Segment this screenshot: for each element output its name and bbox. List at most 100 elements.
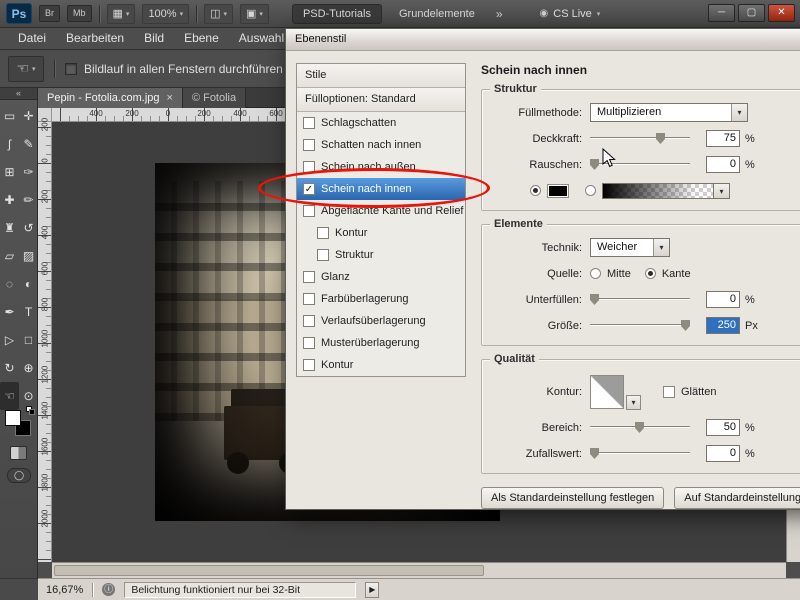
style-checkbox[interactable] xyxy=(303,271,315,283)
tool-gradient[interactable]: ▨ xyxy=(19,242,38,270)
tool-lasso[interactable]: ʃ xyxy=(0,130,19,158)
size-value-field[interactable]: 250 xyxy=(706,317,740,334)
style-checkbox[interactable] xyxy=(303,293,315,305)
make-default-button[interactable]: Als Standardeinstellung festlegen xyxy=(481,487,664,509)
menu-ebene[interactable]: Ebene xyxy=(174,28,229,49)
cs-live-dropdown[interactable]: ◉ CS Live ▾ xyxy=(540,8,601,20)
hand-tool-preset-button[interactable]: ☜ ▾ xyxy=(8,56,44,82)
blending-options-item[interactable]: Fülloptionen: Standard xyxy=(297,88,465,112)
style-checkbox[interactable] xyxy=(317,249,329,261)
tool-shape[interactable]: □ xyxy=(19,326,38,354)
reset-default-button[interactable]: Auf Standardeinstellung zur xyxy=(674,487,800,509)
tool-crop[interactable]: ⊞ xyxy=(0,158,19,186)
tool-brush[interactable]: ✏ xyxy=(19,186,38,214)
solid-color-radio[interactable] xyxy=(530,185,541,196)
mini-bridge-button[interactable]: Mb xyxy=(67,5,92,22)
size-slider[interactable] xyxy=(590,319,690,332)
style-item-schein-nach-aussen[interactable]: Schein nach außen xyxy=(297,156,465,178)
tool-blur[interactable]: ◌ xyxy=(0,270,19,298)
style-item-kontur-stroke[interactable]: Kontur xyxy=(297,354,465,376)
zoom-level-dropdown[interactable]: 100% ▾ xyxy=(142,4,189,24)
glow-color-swatch[interactable] xyxy=(547,184,569,198)
choke-value-field[interactable]: 0 xyxy=(706,291,740,308)
opacity-value-field[interactable]: 75 xyxy=(706,130,740,147)
gradient-radio[interactable] xyxy=(585,185,596,196)
style-item-verlaufsueberlagerung[interactable]: Verlaufsüberlagerung xyxy=(297,310,465,332)
tool-3d-rotate[interactable]: ↻ xyxy=(0,354,19,382)
style-checkbox-checked[interactable]: ✓ xyxy=(303,183,315,195)
slider-thumb[interactable] xyxy=(635,422,644,433)
jitter-value-field[interactable]: 0 xyxy=(706,445,740,462)
arrange-documents-button[interactable]: ◫ ▾ xyxy=(204,4,233,24)
style-checkbox[interactable] xyxy=(303,315,315,327)
range-value-field[interactable]: 50 xyxy=(706,419,740,436)
tool-hand[interactable]: ☜ xyxy=(0,382,19,410)
screen-mode-button[interactable]: ▣ ▾ xyxy=(240,4,269,24)
document-tab-fotolia[interactable]: © Fotolia xyxy=(183,88,246,108)
style-item-schlagschatten[interactable]: Schlagschatten xyxy=(297,112,465,134)
style-checkbox[interactable] xyxy=(303,139,315,151)
source-edge-radio[interactable] xyxy=(645,268,656,279)
slider-thumb[interactable] xyxy=(590,448,599,459)
minimize-button[interactable]: ─ xyxy=(708,4,735,22)
tool-type[interactable]: T xyxy=(19,298,38,326)
chevron-down-icon[interactable]: ▾ xyxy=(714,183,730,199)
style-item-kontur-sub[interactable]: Kontur xyxy=(297,222,465,244)
statusbar-menu-arrow-icon[interactable]: ▶ xyxy=(365,582,379,598)
range-slider[interactable] xyxy=(590,421,690,434)
close-button[interactable]: ✕ xyxy=(768,4,795,22)
styles-list-header[interactable]: Stile xyxy=(297,64,465,88)
chevron-down-icon[interactable]: ▾ xyxy=(626,395,641,410)
technique-dropdown[interactable]: Weicher ▾ xyxy=(590,238,670,257)
tool-pen[interactable]: ✒ xyxy=(0,298,19,326)
tool-3d-orbit[interactable]: ⊕ xyxy=(19,354,38,382)
slider-thumb[interactable] xyxy=(590,294,599,305)
horizontal-scrollbar[interactable] xyxy=(52,562,786,578)
menu-datei[interactable]: Datei xyxy=(8,28,56,49)
style-item-struktur-sub[interactable]: Struktur xyxy=(297,244,465,266)
tool-rectangular-marquee[interactable]: ▭ xyxy=(0,102,19,130)
statusbar-zoom-value[interactable]: 16,67% xyxy=(46,584,83,596)
tool-history-brush[interactable]: ↺ xyxy=(19,214,38,242)
tool-healing-brush[interactable]: ✚ xyxy=(0,186,19,214)
document-tab-pepin[interactable]: Pepin - Fotolia.com.jpg × xyxy=(38,88,183,108)
style-checkbox[interactable] xyxy=(317,227,329,239)
collapse-panel-icon[interactable]: « xyxy=(0,88,37,100)
noise-slider[interactable] xyxy=(590,158,690,171)
tab-close-icon[interactable]: × xyxy=(167,92,173,104)
style-checkbox[interactable] xyxy=(303,337,315,349)
dialog-titlebar[interactable]: Ebenenstil xyxy=(286,29,800,51)
style-item-schatten-nach-innen[interactable]: Schatten nach innen xyxy=(297,134,465,156)
screen-mode-toggle[interactable]: ◯ xyxy=(7,468,31,483)
tool-path-selection[interactable]: ▷ xyxy=(0,326,19,354)
horizontal-scrollbar-thumb[interactable] xyxy=(54,565,484,576)
slider-thumb[interactable] xyxy=(656,133,665,144)
foreground-color-swatch[interactable] xyxy=(5,410,21,426)
style-item-schein-nach-innen[interactable]: ✓ Schein nach innen xyxy=(297,178,465,200)
tool-eraser[interactable]: ▱ xyxy=(0,242,19,270)
quick-mask-button[interactable] xyxy=(10,446,27,460)
slider-thumb[interactable] xyxy=(590,159,599,170)
antialias-checkbox[interactable] xyxy=(663,386,675,398)
noise-value-field[interactable]: 0 xyxy=(706,156,740,173)
gradient-preview[interactable] xyxy=(602,183,714,199)
workspace-overflow-icon[interactable]: » xyxy=(492,7,507,21)
gradient-picker[interactable]: ▾ xyxy=(602,183,730,199)
tool-quick-selection[interactable]: ✎ xyxy=(19,130,38,158)
tool-eyedropper[interactable]: ✑ xyxy=(19,158,38,186)
blend-mode-dropdown[interactable]: Multiplizieren ▾ xyxy=(590,103,748,122)
menu-bild[interactable]: Bild xyxy=(134,28,174,49)
style-checkbox[interactable] xyxy=(303,117,315,129)
choke-slider[interactable] xyxy=(590,293,690,306)
style-item-abgeflachte-kante[interactable]: Abgeflachte Kante und Relief xyxy=(297,200,465,222)
workspace-tab-psd-tutorials[interactable]: PSD-Tutorials xyxy=(292,4,382,24)
slider-thumb[interactable] xyxy=(681,320,690,331)
style-checkbox[interactable] xyxy=(303,205,315,217)
tool-move[interactable]: ✛ xyxy=(19,102,38,130)
tool-clone-stamp[interactable]: ♜ xyxy=(0,214,19,242)
style-item-glanz[interactable]: Glanz xyxy=(297,266,465,288)
maximize-button[interactable]: ▢ xyxy=(738,4,765,22)
contour-preview[interactable] xyxy=(590,375,624,409)
jitter-slider[interactable] xyxy=(590,447,690,460)
menu-bearbeiten[interactable]: Bearbeiten xyxy=(56,28,134,49)
